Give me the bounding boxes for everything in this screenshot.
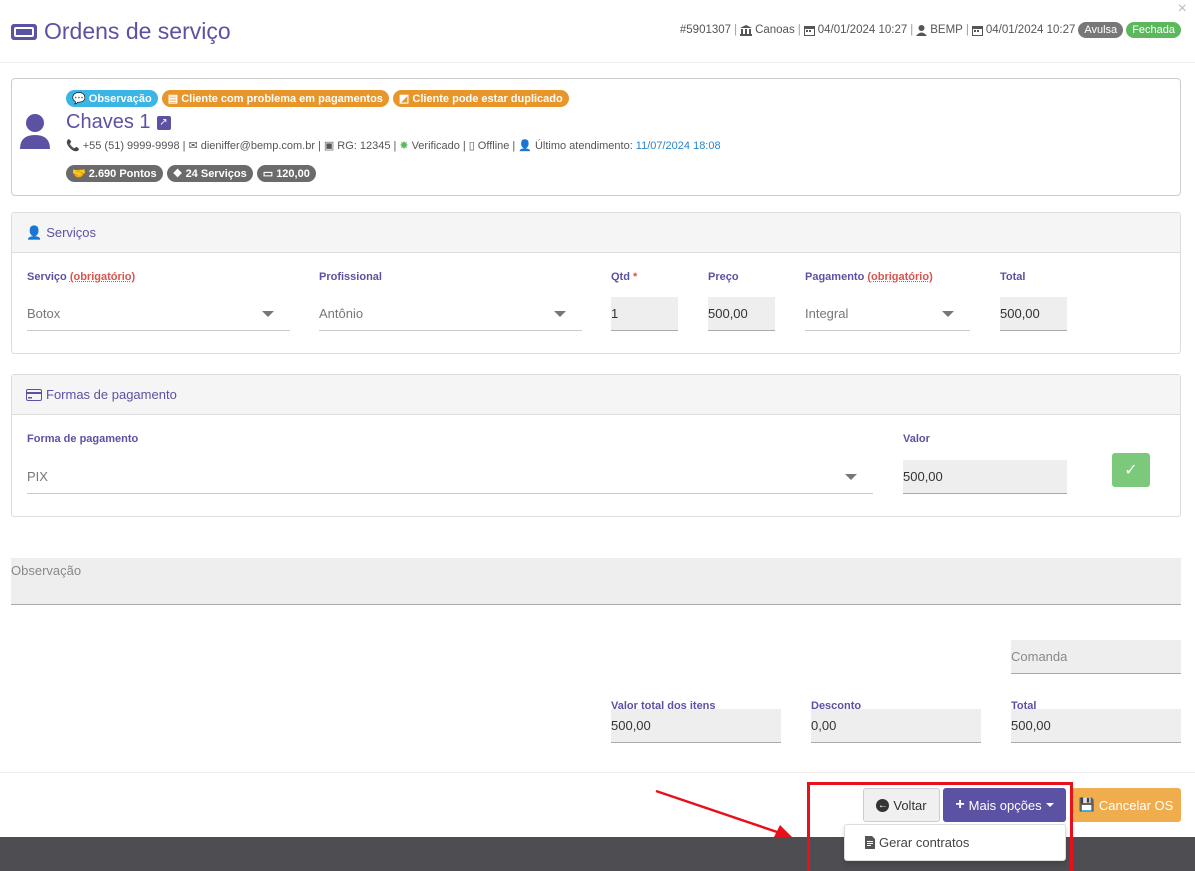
payments-title: Formas de pagamento <box>46 387 177 402</box>
client-stats: 🤝 2.690 Pontos ❖ 24 Serviços ▭ 120,00 <box>66 165 316 182</box>
total-input[interactable]: 500,00 <box>1000 297 1067 331</box>
client-tags: 💬 Observação ▤ Cliente com problema em p… <box>66 90 569 107</box>
calendar-icon <box>971 25 983 36</box>
dropbox-icon: ❖ <box>172 168 183 180</box>
professional-label: Profissional <box>319 271 382 283</box>
user-gear-icon: 👤 <box>26 224 43 240</box>
order-meta: #5901307 | Canoas | 04/01/2024 10:27 | B… <box>680 22 1181 38</box>
client-rg: RG: 12345 <box>337 139 391 152</box>
user-gear-icon: 👤 <box>518 140 532 152</box>
order-user: BEMP <box>930 24 963 36</box>
total-label: Total <box>1000 271 1026 283</box>
phone-icon: 📞 <box>66 140 80 152</box>
last-visit-link[interactable]: 11/07/2024 18:08 <box>636 140 721 152</box>
annotation-box <box>807 782 1073 871</box>
annotation-arrow <box>655 789 792 837</box>
tag-payment-problem[interactable]: ▤ Cliente com problema em pagamentos <box>161 90 389 107</box>
caret-down-icon <box>262 310 274 317</box>
calendar-icon <box>803 25 815 36</box>
id-card-icon: ▣ <box>323 140 335 152</box>
price-label: Preço <box>708 271 739 283</box>
client-email: dieniffer@bemp.com.br <box>200 139 316 152</box>
grand-total-input[interactable]: 500,00 <box>1011 709 1181 743</box>
caret-down-icon <box>845 473 857 480</box>
order-id: #5901307 <box>679 24 732 36</box>
services-title: Serviços <box>46 225 97 240</box>
payment-method-select[interactable]: PIX <box>27 460 873 494</box>
user-icon <box>916 24 928 36</box>
last-visit-label: Último atendimento: <box>534 139 633 152</box>
header-divider <box>0 62 1195 63</box>
check-icon: ✓ <box>1124 462 1138 479</box>
tag-observation[interactable]: 💬 Observação <box>66 90 158 107</box>
client-name: Chaves 1 ↗ <box>66 111 171 134</box>
professional-select[interactable]: Antônio <box>319 297 582 331</box>
order-created: 04/01/2024 10:27 <box>817 24 908 36</box>
qty-input[interactable]: 1 <box>611 297 678 331</box>
caret-down-icon <box>554 310 566 317</box>
bank-icon <box>740 24 753 36</box>
type-badge: Avulsa <box>1078 22 1124 38</box>
avatar <box>20 114 50 149</box>
order-closed: 04/01/2024 10:27 <box>985 24 1076 36</box>
save-icon: 💾 <box>1078 797 1095 812</box>
services-badge: ❖ 24 Serviços <box>166 165 253 182</box>
external-link-icon[interactable]: ↗ <box>156 115 171 130</box>
client-card: 💬 Observação ▤ Cliente com problema em p… <box>11 78 1181 196</box>
order-location: Canoas <box>755 24 795 36</box>
ticket-icon <box>11 23 37 40</box>
qty-label: Qtd * <box>611 271 638 283</box>
items-total-input[interactable]: 500,00 <box>611 709 781 743</box>
price-input[interactable]: 500,00 <box>708 297 775 331</box>
verified-icon: ✸ <box>399 140 409 152</box>
payment-method-label: Forma de pagamento <box>27 433 139 445</box>
close-icon[interactable]: × <box>1178 0 1187 18</box>
status-badge: Fechada <box>1126 22 1181 38</box>
tag-duplicate[interactable]: ◩ Cliente pode estar duplicado <box>392 90 569 107</box>
balance-badge: ▭ 120,00 <box>256 165 316 182</box>
comanda-input[interactable]: Comanda <box>1011 640 1181 674</box>
client-phone: +55 (51) 9999-9998 <box>82 139 180 152</box>
service-select[interactable]: Botox <box>27 297 290 331</box>
mobile-icon: ▯ <box>468 140 475 152</box>
payment-label: Pagamento (obrigatório) <box>805 271 933 283</box>
services-panel: 👤 Serviços Serviço (obrigatório) Botox P… <box>11 212 1181 354</box>
payments-panel-header: Formas de pagamento <box>12 375 1180 415</box>
credit-card-icon <box>26 388 42 401</box>
discount-input[interactable]: 0,00 <box>811 709 981 743</box>
payment-value-input[interactable]: 500,00 <box>903 460 1067 494</box>
handshake-icon: 🤝 <box>72 168 86 180</box>
observation-textarea[interactable]: Observação <box>11 558 1181 605</box>
points-badge: 🤝 2.690 Pontos <box>66 165 163 182</box>
cancel-os-button[interactable]: 💾 Cancelar OS <box>1071 788 1181 822</box>
envelope-icon: ✉ <box>188 140 198 152</box>
confirm-payment-button[interactable]: ✓ <box>1112 453 1150 487</box>
client-verified: Verificado <box>411 139 460 152</box>
page-title: Ordens de serviço <box>10 18 231 45</box>
client-name-text: Chaves 1 <box>66 111 151 133</box>
payments-panel: Formas de pagamento Forma de pagamento P… <box>11 374 1181 517</box>
money-icon: ▭ <box>262 168 274 180</box>
client-info: 📞 +55 (51) 9999-9998 | ✉ dieniffer@bemp.… <box>66 139 721 153</box>
services-panel-header: 👤 Serviços <box>12 213 1180 253</box>
footer-divider <box>0 772 1195 773</box>
caret-down-icon <box>942 310 954 317</box>
payment-select[interactable]: Integral <box>805 297 970 331</box>
service-label: Serviço (obrigatório) <box>27 271 136 283</box>
payment-value-label: Valor <box>903 433 930 445</box>
page-title-text: Ordens de serviço <box>44 18 231 44</box>
client-status: Offline <box>477 139 510 152</box>
